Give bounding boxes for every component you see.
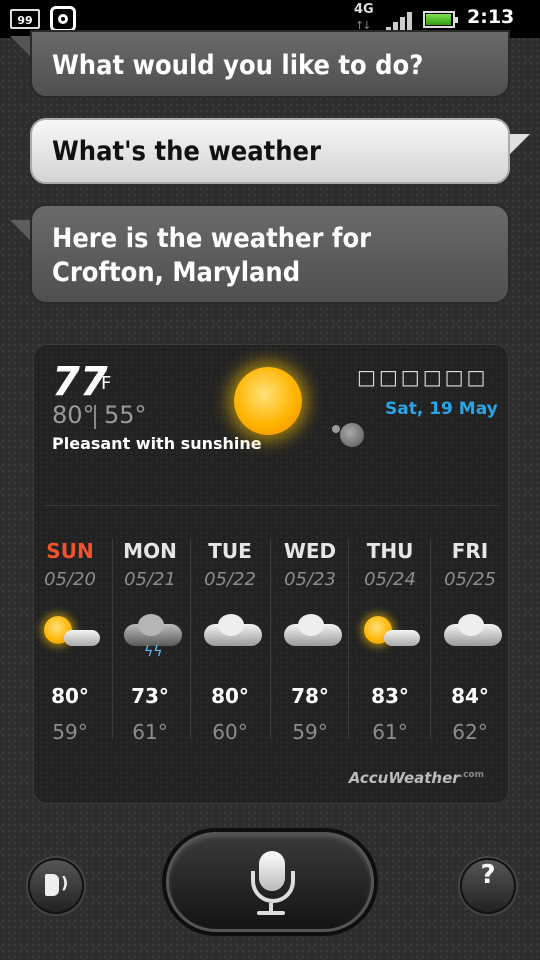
instagram-icon — [50, 6, 76, 32]
day-high: 80° — [51, 684, 89, 708]
day-high: 83° — [371, 684, 409, 708]
help-icon: ? — [480, 860, 496, 890]
day-name: THU — [366, 539, 414, 563]
signal-icon — [386, 10, 418, 32]
microphone-button[interactable] — [166, 832, 374, 932]
forecast-day[interactable]: SUN 05/20 80° 59° — [30, 539, 110, 744]
weather-card[interactable]: 77 °F 80° 55° Pleasant with sunshine □□□… — [33, 344, 509, 804]
day-low: 59° — [52, 720, 88, 744]
cloudy-icon — [270, 610, 350, 664]
cloudy-icon — [430, 610, 510, 664]
network-type: 4G — [354, 2, 374, 17]
battery-icon — [423, 11, 458, 28]
day-name: TUE — [208, 539, 252, 563]
day-date: 05/22 — [204, 569, 256, 590]
day-low: 61° — [372, 720, 408, 744]
assistant-prompt-bubble: What would you like to do? — [30, 30, 510, 98]
day-low: 59° — [292, 720, 328, 744]
day-name: WED — [283, 539, 337, 563]
microphone-icon-arc — [251, 871, 295, 903]
today-high: 80° — [52, 401, 95, 429]
microphone-icon-base — [257, 911, 285, 915]
day-date: 05/20 — [44, 569, 96, 590]
forecast-day[interactable]: WED 05/23 78° 59° — [270, 539, 350, 744]
today-low: 55° — [104, 401, 147, 429]
bubble-tail — [10, 220, 32, 242]
day-high: 73° — [131, 684, 169, 708]
accuweather-logo[interactable]: AccuWeather.com — [349, 769, 484, 787]
partly-sunny-icon — [30, 610, 110, 664]
divider — [94, 405, 96, 429]
forecast-row: SUN 05/20 80° 59° MON 05/21 ϟϟ 73° 61° T… — [34, 539, 510, 749]
speaker-icon — [45, 873, 68, 896]
assistant-response-bubble: Here is the weather for Crofton, Marylan… — [30, 204, 510, 304]
divider — [44, 505, 500, 506]
forecast-day[interactable]: FRI 05/25 84° 62° — [430, 539, 510, 744]
day-date: 05/23 — [284, 569, 336, 590]
day-low: 62° — [452, 720, 488, 744]
battery-notification-icon: 99 — [10, 9, 40, 29]
partly-sunny-icon — [350, 610, 430, 664]
day-low: 61° — [132, 720, 168, 744]
day-name: SUN — [46, 539, 94, 563]
cloudy-icon — [190, 610, 270, 664]
day-high: 84° — [451, 684, 489, 708]
user-query-bubble[interactable]: What's the weather — [30, 118, 510, 184]
current-date: Sat, 19 May — [385, 399, 498, 419]
day-low: 60° — [212, 720, 248, 744]
forecast-day[interactable]: THU 05/24 83° 61° — [350, 539, 430, 744]
moon-icon — [340, 423, 364, 447]
day-date: 05/21 — [124, 569, 176, 590]
forecast-day[interactable]: TUE 05/22 80° 60° — [190, 539, 270, 744]
speaker-button[interactable] — [28, 858, 84, 914]
bubble-tail — [10, 36, 32, 58]
day-date: 05/25 — [444, 569, 496, 590]
day-high: 80° — [211, 684, 249, 708]
sun-icon — [234, 367, 302, 435]
day-name: FRI — [451, 539, 489, 563]
weather-description: Pleasant with sunshine — [52, 434, 262, 453]
thunderstorm-icon: ϟϟ — [110, 610, 190, 664]
bubble-tail — [508, 134, 530, 156]
location-placeholder: □□□□□□ — [357, 365, 489, 389]
forecast-day[interactable]: MON 05/21 ϟϟ 73° 61° — [110, 539, 190, 744]
day-high: 78° — [291, 684, 329, 708]
help-button[interactable]: ? — [460, 858, 516, 914]
temperature-unit: °F — [92, 373, 112, 394]
day-name: MON — [123, 539, 177, 563]
day-date: 05/24 — [364, 569, 416, 590]
